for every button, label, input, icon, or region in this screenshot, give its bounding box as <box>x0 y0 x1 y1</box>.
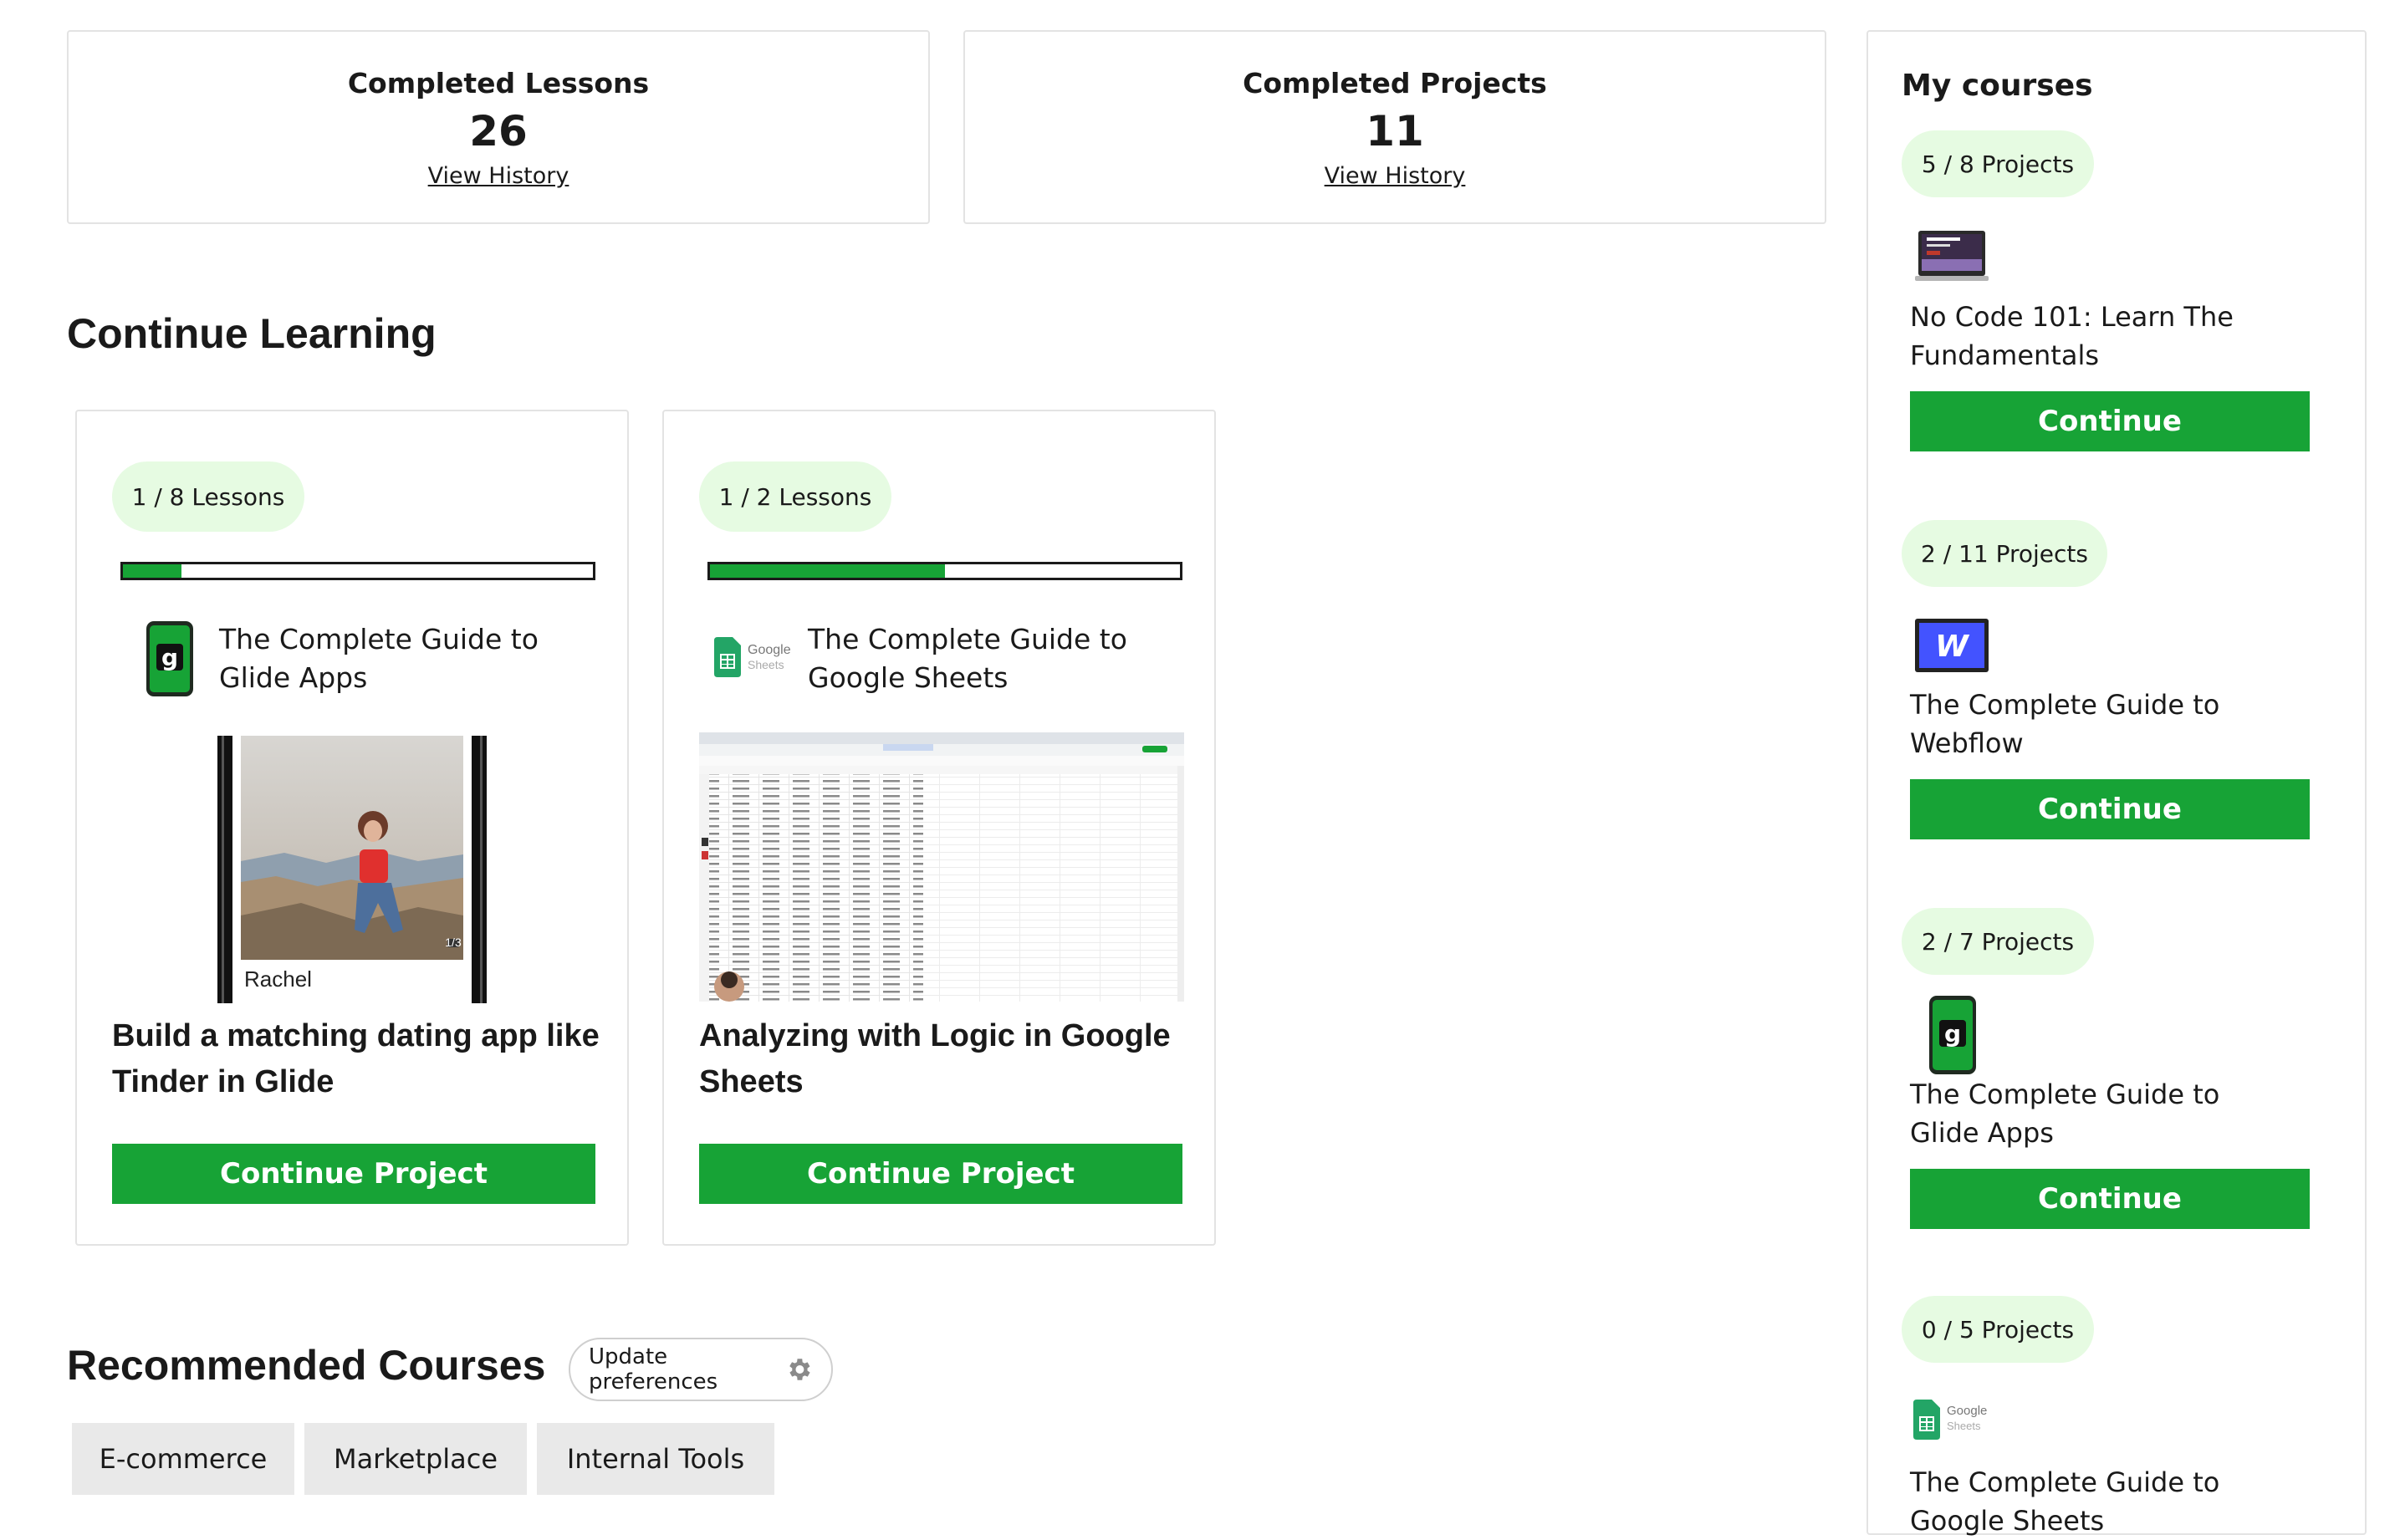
continue-learning-heading: Continue Learning <box>67 310 437 357</box>
svg-text:1/3: 1/3 <box>445 936 462 949</box>
recommended-courses-heading: Recommended Courses <box>67 1342 546 1389</box>
laptop-thumbnail-icon <box>1915 229 1989 283</box>
update-preferences-button[interactable]: Update preferences <box>569 1338 833 1401</box>
category-chip-marketplace[interactable]: Marketplace <box>304 1423 527 1495</box>
category-chip-internal-tools[interactable]: Internal Tools <box>537 1423 774 1495</box>
stat-value: 11 <box>1366 107 1424 156</box>
projects-progress-pill: 0 / 5 Projects <box>1902 1296 2094 1363</box>
svg-text:W: W <box>1935 630 1970 664</box>
projects-progress-pill: 5 / 8 Projects <box>1902 130 2094 197</box>
glide-icon: g <box>146 620 194 697</box>
google-sheets-icon: Google Sheets <box>712 637 804 687</box>
course-name: The Complete Guide to Glide Apps <box>1910 1079 2220 1149</box>
course-name: The Complete Guide to Google Sheets <box>1910 1466 2220 1537</box>
continue-button[interactable]: Continue <box>1910 1169 2310 1229</box>
course-title: The Complete Guide to Glide Apps <box>219 623 539 694</box>
progress-fill <box>123 564 182 578</box>
view-history-link[interactable]: View History <box>1325 163 1466 189</box>
dating-app-preview-image: 1/3 Rachel <box>217 736 487 1003</box>
continue-button[interactable]: Continue <box>1910 391 2310 451</box>
google-sheets-icon: Google Sheets <box>1912 1400 2004 1446</box>
view-history-link[interactable]: View History <box>428 163 569 189</box>
lessons-progress-pill: 1 / 8 Lessons <box>112 461 304 532</box>
project-title: Analyzing with Logic in Google Sheets <box>699 1018 1171 1099</box>
svg-text:Rachel: Rachel <box>244 966 312 992</box>
stat-title: Completed Lessons <box>347 67 650 99</box>
my-courses-heading: My courses <box>1902 69 2093 103</box>
continue-project-button[interactable]: Continue Project <box>112 1144 595 1204</box>
category-chip-ecommerce[interactable]: E-commerce <box>72 1423 294 1495</box>
stat-value: 26 <box>469 107 528 156</box>
update-preferences-label: Update preferences <box>589 1344 718 1395</box>
svg-text:g: g <box>161 644 178 671</box>
spreadsheet-preview-image <box>699 732 1184 1002</box>
projects-progress-pill: 2 / 7 Projects <box>1902 908 2094 975</box>
completed-lessons-card: Completed Lessons 26 View History <box>67 30 930 224</box>
webflow-icon: W <box>1915 619 1989 672</box>
glide-icon: g <box>1928 995 1977 1075</box>
continue-project-button[interactable]: Continue Project <box>699 1144 1182 1204</box>
progress-fill <box>710 564 945 578</box>
project-title: Build a matching dating app like Tinder … <box>112 1018 600 1099</box>
progress-bar <box>707 562 1182 580</box>
svg-text:Sheets: Sheets <box>1947 1420 1981 1432</box>
progress-bar <box>120 562 595 580</box>
svg-text:Google: Google <box>1947 1404 1987 1418</box>
svg-text:Sheets: Sheets <box>748 658 784 671</box>
project-card: 1 / 8 Lessons g The Complete Guide to Gl… <box>75 410 629 1246</box>
lessons-progress-pill: 1 / 2 Lessons <box>699 461 891 532</box>
completed-projects-card: Completed Projects 11 View History <box>963 30 1826 224</box>
my-courses-sidebar: My courses 5 / 8 Projects No Code 101: L… <box>1866 30 2367 1537</box>
course-name: The Complete Guide to Webflow <box>1910 689 2220 759</box>
course-name: No Code 101: Learn The Fundamentals <box>1910 301 2234 371</box>
course-title: The Complete Guide to Google Sheets <box>808 623 1127 694</box>
gear-icon <box>784 1355 813 1384</box>
stat-title: Completed Projects <box>1243 67 1547 99</box>
svg-text:Google: Google <box>748 643 791 657</box>
continue-button[interactable]: Continue <box>1910 779 2310 839</box>
projects-progress-pill: 2 / 11 Projects <box>1902 520 2107 587</box>
svg-text:g: g <box>1944 1020 1961 1048</box>
project-card: 1 / 2 Lessons Google Sheets The Complete… <box>662 410 1216 1246</box>
